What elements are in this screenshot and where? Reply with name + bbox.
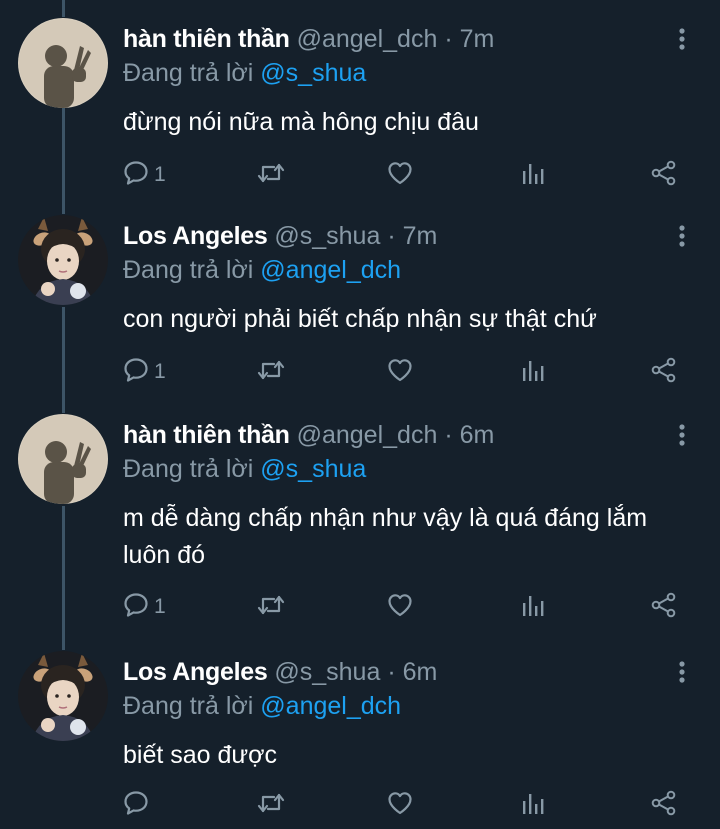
separator-dot: · (387, 658, 396, 686)
heart-icon (386, 159, 414, 192)
replying-to-label: Đang trả lời (123, 692, 254, 720)
like-button[interactable] (386, 788, 414, 822)
more-vertical-icon[interactable] (672, 223, 692, 251)
like-button[interactable] (386, 590, 414, 624)
display-name[interactable]: hàn thiên thần (123, 25, 290, 53)
retweet-button[interactable] (256, 788, 286, 822)
tweet-actions: 1 (0, 590, 720, 624)
retweet-button[interactable] (256, 590, 286, 624)
replying-to: Đang trả lời @angel_dch (123, 255, 401, 285)
heart-icon (386, 591, 414, 624)
replying-to-mention[interactable]: @s_shua (260, 59, 366, 87)
replying-to-label: Đang trả lời (123, 59, 254, 87)
replying-to: Đang trả lời @angel_dch (123, 691, 401, 721)
more-vertical-icon[interactable] (672, 26, 692, 54)
reply-icon (122, 591, 150, 624)
share-button[interactable] (650, 590, 678, 624)
timestamp[interactable]: 7m (403, 222, 438, 250)
reply-button[interactable]: 1 (122, 158, 166, 192)
reply-count: 1 (154, 360, 166, 383)
retweet-icon (256, 159, 286, 192)
display-name[interactable]: Los Angeles (123, 658, 268, 686)
retweet-icon (256, 356, 286, 389)
avatar[interactable] (18, 18, 108, 108)
share-button[interactable] (650, 788, 678, 822)
reply-icon (122, 159, 150, 192)
retweet-button[interactable] (256, 158, 286, 192)
analytics-button[interactable] (519, 788, 547, 822)
avatar[interactable] (18, 414, 108, 504)
display-name[interactable]: Los Angeles (123, 222, 268, 250)
share-icon (650, 789, 678, 822)
like-button[interactable] (386, 355, 414, 389)
timestamp[interactable]: 6m (460, 421, 495, 449)
retweet-icon (256, 789, 286, 822)
retweet-icon (256, 591, 286, 624)
avatar[interactable] (18, 215, 108, 305)
reply-button[interactable] (122, 788, 154, 822)
replying-to-mention[interactable]: @s_shua (260, 455, 366, 483)
timestamp[interactable]: 7m (460, 25, 495, 53)
share-icon (650, 356, 678, 389)
user-handle[interactable]: @s_shua (274, 658, 380, 686)
reply-icon (122, 789, 150, 822)
separator-dot: · (444, 421, 453, 449)
heart-icon (386, 789, 414, 822)
replying-to-mention[interactable]: @angel_dch (260, 692, 401, 720)
thread-line (62, 0, 65, 17)
analytics-icon (519, 356, 547, 389)
tweet-actions: 1 (0, 355, 720, 389)
tweet[interactable]: hàn thiên thần @angel_dch · 7m Đang trả … (0, 18, 720, 198)
share-button[interactable] (650, 355, 678, 389)
share-icon (650, 591, 678, 624)
analytics-button[interactable] (519, 355, 547, 389)
reply-icon (122, 356, 150, 389)
like-button[interactable] (386, 158, 414, 192)
tweet-text: m dễ dàng chấp nhận như vậy là quá đáng … (123, 504, 648, 569)
avatar[interactable] (18, 651, 108, 741)
reply-button[interactable]: 1 (122, 355, 166, 389)
user-handle[interactable]: @s_shua (274, 222, 380, 250)
analytics-icon (519, 789, 547, 822)
tweet-text: biết sao được (123, 741, 278, 769)
tweet-text: con người phải biết chấp nhận sự thật ch… (123, 305, 597, 333)
share-button[interactable] (650, 158, 678, 192)
tweet[interactable]: Los Angeles @s_shua · 6m Đang trả lời @a… (0, 651, 720, 829)
reply-count: 1 (154, 595, 166, 618)
analytics-icon (519, 159, 547, 192)
display-name[interactable]: hàn thiên thần (123, 421, 290, 449)
tweet-text: đừng nói nữa mà hông chịu đâu (123, 108, 479, 136)
replying-to: Đang trả lời @s_shua (123, 454, 366, 484)
retweet-button[interactable] (256, 355, 286, 389)
separator-dot: · (387, 222, 396, 250)
replying-to: Đang trả lời @s_shua (123, 58, 366, 88)
user-handle[interactable]: @angel_dch (297, 25, 438, 53)
analytics-button[interactable] (519, 158, 547, 192)
tweet[interactable]: Los Angeles @s_shua · 7m Đang trả lời @a… (0, 215, 720, 395)
more-vertical-icon[interactable] (672, 422, 692, 450)
replying-to-label: Đang trả lời (123, 455, 254, 483)
replying-to-mention[interactable]: @angel_dch (260, 256, 401, 284)
analytics-button[interactable] (519, 590, 547, 624)
tweet-actions: 1 (0, 158, 720, 192)
analytics-icon (519, 591, 547, 624)
separator-dot: · (444, 25, 453, 53)
reply-button[interactable]: 1 (122, 590, 166, 624)
reply-count: 1 (154, 163, 166, 186)
replying-to-label: Đang trả lời (123, 256, 254, 284)
tweet-actions (0, 788, 720, 822)
more-vertical-icon[interactable] (672, 659, 692, 687)
heart-icon (386, 356, 414, 389)
timestamp[interactable]: 6m (403, 658, 438, 686)
user-handle[interactable]: @angel_dch (297, 421, 438, 449)
share-icon (650, 159, 678, 192)
tweet[interactable]: hàn thiên thần @angel_dch · 6m Đang trả … (0, 414, 720, 630)
